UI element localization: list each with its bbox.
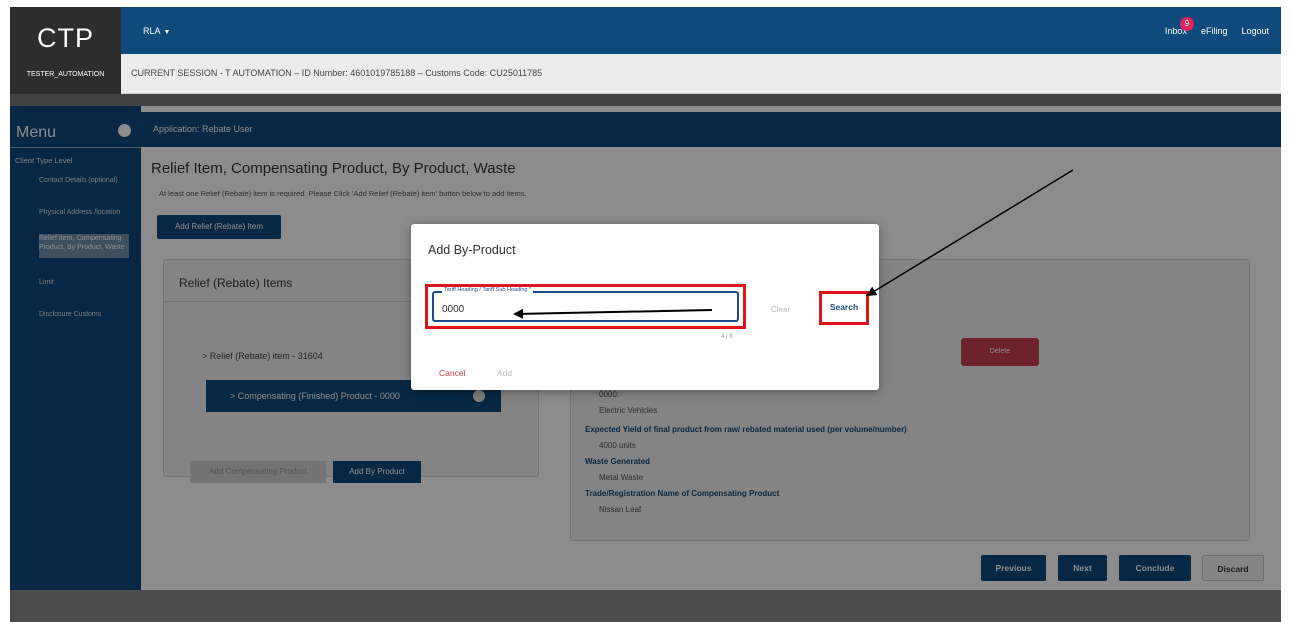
rla-menu-label: RLA: [143, 26, 161, 36]
efiling-link[interactable]: eFiling: [1201, 26, 1228, 36]
dialog-title: Add By-Product: [428, 243, 516, 257]
app-window: RLA ▼ Inbox 9 eFiling Logout CTP TESTER_A…: [0, 0, 1291, 622]
session-bar: CURRENT SESSION - T AUTOMATION – ID Numb…: [121, 54, 1281, 94]
cancel-button[interactable]: Cancel: [439, 368, 465, 378]
logo: CTP TESTER_AUTOMATION: [10, 7, 121, 94]
top-right-links: Inbox 9 eFiling Logout: [1165, 17, 1269, 36]
tariff-field-highlight: Tariff Heading / Tariff Sub Heading * 00…: [425, 284, 746, 329]
char-counter: 4 / 8: [721, 334, 733, 340]
tariff-heading-input[interactable]: Tariff Heading / Tariff Sub Heading * 00…: [432, 287, 739, 322]
inbox-count-badge: 9: [1179, 17, 1194, 31]
tariff-field-label: Tariff Heading / Tariff Sub Heading *: [442, 287, 534, 293]
session-text: CURRENT SESSION - T AUTOMATION – ID Numb…: [131, 68, 543, 78]
search-button[interactable]: Search: [822, 302, 866, 312]
inbox-link[interactable]: Inbox 9: [1165, 17, 1194, 36]
add-by-product-dialog: Add By-Product Tariff Heading / Tariff S…: [411, 224, 879, 390]
caret-down-icon: ▼: [163, 29, 171, 36]
search-button-highlight: Search: [819, 291, 869, 325]
logo-username: TESTER_AUTOMATION: [26, 71, 105, 78]
rla-menu[interactable]: RLA ▼: [143, 26, 170, 36]
clear-button[interactable]: Clear: [771, 305, 790, 314]
top-bar: RLA ▼ Inbox 9 eFiling Logout: [10, 7, 1281, 54]
logout-link[interactable]: Logout: [1241, 26, 1269, 36]
add-button[interactable]: Add: [497, 368, 512, 378]
tariff-field-value: 0000: [442, 304, 465, 315]
logo-text: CTP: [37, 23, 94, 53]
